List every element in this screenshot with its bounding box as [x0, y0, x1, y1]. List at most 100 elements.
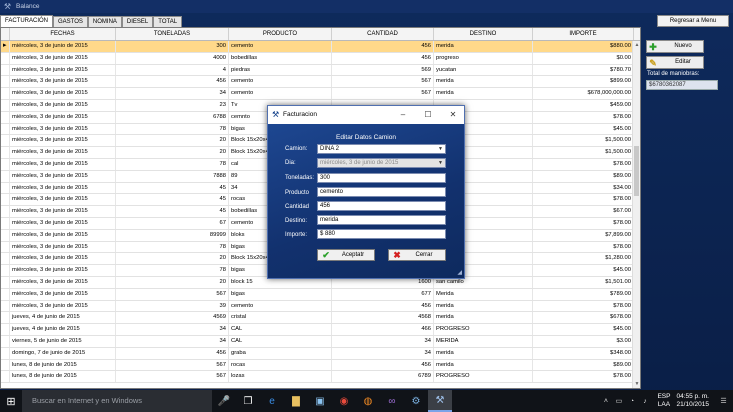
cell-importe[interactable]: $789.00: [533, 288, 634, 300]
cell-importe[interactable]: $89.00: [533, 170, 634, 182]
cell-destino[interactable]: merida: [434, 76, 533, 88]
cell-fecha[interactable]: miércoles, 3 de junio de 2015: [10, 135, 116, 147]
cell-fecha[interactable]: miércoles, 3 de junio de 2015: [10, 288, 116, 300]
row-selector[interactable]: [1, 123, 10, 135]
cell-toneladas[interactable]: 45: [116, 194, 229, 206]
tab-diesel[interactable]: DIESEL: [121, 16, 154, 27]
row-selector[interactable]: [1, 111, 10, 123]
cell-importe[interactable]: $78.00: [533, 241, 634, 253]
row-selector[interactable]: [1, 312, 10, 324]
cell-importe[interactable]: $78.00: [533, 217, 634, 229]
destino-field[interactable]: merida: [317, 215, 446, 225]
minimize-icon[interactable]: –: [392, 106, 414, 124]
cell-toneladas[interactable]: 4000: [116, 52, 229, 64]
cell-toneladas[interactable]: 4569: [116, 312, 229, 324]
table-row[interactable]: viernes, 5 de junio de 2015 34 CAL 34 MERIDA…: [1, 335, 640, 348]
maximize-icon[interactable]: ☐: [417, 106, 439, 124]
cell-toneladas[interactable]: 89999: [116, 229, 229, 241]
cell-producto[interactable]: cemento: [229, 76, 332, 88]
cell-fecha[interactable]: miércoles, 3 de junio de 2015: [10, 99, 116, 111]
dialog-titlebar[interactable]: ⚒ Facturacion – ☐ ✕: [268, 106, 464, 124]
visual-studio-icon[interactable]: ∞: [380, 390, 404, 412]
cell-destino[interactable]: merida: [434, 300, 533, 312]
cell-toneladas[interactable]: 567: [116, 288, 229, 300]
cell-importe[interactable]: $1,500.00: [533, 147, 634, 158]
scroll-up-icon[interactable]: ▲: [633, 41, 640, 49]
cell-fecha[interactable]: miércoles, 3 de junio de 2015: [10, 276, 116, 288]
cell-producto[interactable]: CAL: [229, 335, 332, 347]
cell-destino[interactable]: merida: [434, 359, 533, 371]
cell-toneladas[interactable]: 20: [116, 253, 229, 265]
row-selector[interactable]: [1, 253, 10, 265]
cell-fecha[interactable]: miércoles, 3 de junio de 2015: [10, 123, 116, 135]
editar-button[interactable]: ✎ Editar: [646, 56, 704, 69]
row-selector[interactable]: [1, 276, 10, 288]
cell-fecha[interactable]: miércoles, 3 de junio de 2015: [10, 64, 116, 76]
cell-fecha[interactable]: miércoles, 3 de junio de 2015: [10, 217, 116, 229]
row-selector[interactable]: [1, 300, 10, 312]
row-selector[interactable]: [1, 217, 10, 229]
cell-fecha[interactable]: miércoles, 3 de junio de 2015: [10, 147, 116, 158]
cell-toneladas[interactable]: 20: [116, 135, 229, 147]
cell-producto[interactable]: graba: [229, 347, 332, 359]
nuevo-button[interactable]: ✚ Nuevo: [646, 40, 704, 53]
store-icon[interactable]: ▣: [308, 390, 332, 412]
cell-importe[interactable]: $45.00: [533, 265, 634, 276]
cell-fecha[interactable]: domingo, 7 de junio de 2015: [10, 347, 116, 359]
cell-cantidad[interactable]: 567: [332, 76, 434, 88]
volume-icon[interactable]: ♪: [638, 398, 651, 405]
cell-toneladas[interactable]: 39: [116, 300, 229, 312]
cell-importe[interactable]: $459.00: [533, 99, 634, 111]
cell-fecha[interactable]: lunes, 8 de junio de 2015: [10, 371, 116, 383]
row-selector[interactable]: [1, 64, 10, 76]
cell-destino[interactable]: PROGRESO: [434, 371, 533, 383]
cell-destino[interactable]: Merida: [434, 288, 533, 300]
cell-toneladas[interactable]: 34: [116, 324, 229, 335]
row-selector[interactable]: [1, 147, 10, 158]
cell-toneladas[interactable]: 7888: [116, 170, 229, 182]
cell-producto[interactable]: bigas: [229, 288, 332, 300]
cell-destino[interactable]: MERIDA: [434, 335, 533, 347]
cell-importe[interactable]: $89.00: [533, 359, 634, 371]
cell-cantidad[interactable]: 567: [332, 88, 434, 99]
row-selector[interactable]: [1, 347, 10, 359]
cell-destino[interactable]: merida: [434, 41, 533, 52]
camion-select[interactable]: DINA 2 ▼: [317, 144, 446, 154]
table-row[interactable]: miércoles, 3 de junio de 2015 34 cemento 56…: [1, 88, 640, 100]
tab-gastos[interactable]: GASTOS: [53, 16, 88, 27]
row-selector[interactable]: [1, 135, 10, 147]
vertical-scrollbar[interactable]: ▲ ▼: [632, 41, 640, 388]
taskbar-search-box[interactable]: Buscar en Internet y en Windows: [22, 390, 212, 412]
cell-importe[interactable]: $678.00: [533, 312, 634, 324]
row-selector[interactable]: [1, 99, 10, 111]
table-row[interactable]: miércoles, 3 de junio de 2015 4 piedras 569…: [1, 64, 640, 77]
toneladas-field[interactable]: 300: [317, 173, 446, 183]
cell-importe[interactable]: $78.00: [533, 300, 634, 312]
cell-toneladas[interactable]: 78: [116, 123, 229, 135]
cell-fecha[interactable]: lunes, 8 de junio de 2015: [10, 359, 116, 371]
cell-toneladas[interactable]: 23: [116, 99, 229, 111]
cell-fecha[interactable]: miércoles, 3 de junio de 2015: [10, 206, 116, 217]
aceptar-button[interactable]: ✔ Aceptatr: [317, 249, 375, 261]
language-indicator[interactable]: ESP LAA: [657, 393, 670, 409]
cell-destino[interactable]: merida: [434, 88, 533, 99]
cell-cantidad[interactable]: 4568: [332, 312, 434, 324]
cell-cantidad[interactable]: 456: [332, 300, 434, 312]
cerrar-button[interactable]: ✖ Cerrar: [388, 249, 446, 261]
cell-producto[interactable]: piedras: [229, 64, 332, 76]
cell-destino[interactable]: merida: [434, 312, 533, 324]
table-row[interactable]: miércoles, 3 de junio de 2015 39 cemento 45…: [1, 300, 640, 313]
cell-importe[interactable]: $678,000,000.00: [533, 88, 634, 99]
cell-toneladas[interactable]: 78: [116, 241, 229, 253]
cell-producto[interactable]: cemento: [229, 88, 332, 99]
cell-importe[interactable]: $78.00: [533, 158, 634, 170]
cell-fecha[interactable]: miércoles, 3 de junio de 2015: [10, 194, 116, 206]
tab-facturacion[interactable]: FACTURACIÓN: [0, 15, 54, 27]
cell-producto[interactable]: cemento: [229, 300, 332, 312]
cell-destino[interactable]: yucatan: [434, 64, 533, 76]
cell-cantidad[interactable]: 456: [332, 359, 434, 371]
cell-producto[interactable]: cemento: [229, 41, 332, 52]
table-row[interactable]: domingo, 7 de junio de 2015 456 graba 34 mer…: [1, 347, 640, 360]
row-selector[interactable]: [1, 88, 10, 99]
cell-toneladas[interactable]: 4: [116, 64, 229, 76]
